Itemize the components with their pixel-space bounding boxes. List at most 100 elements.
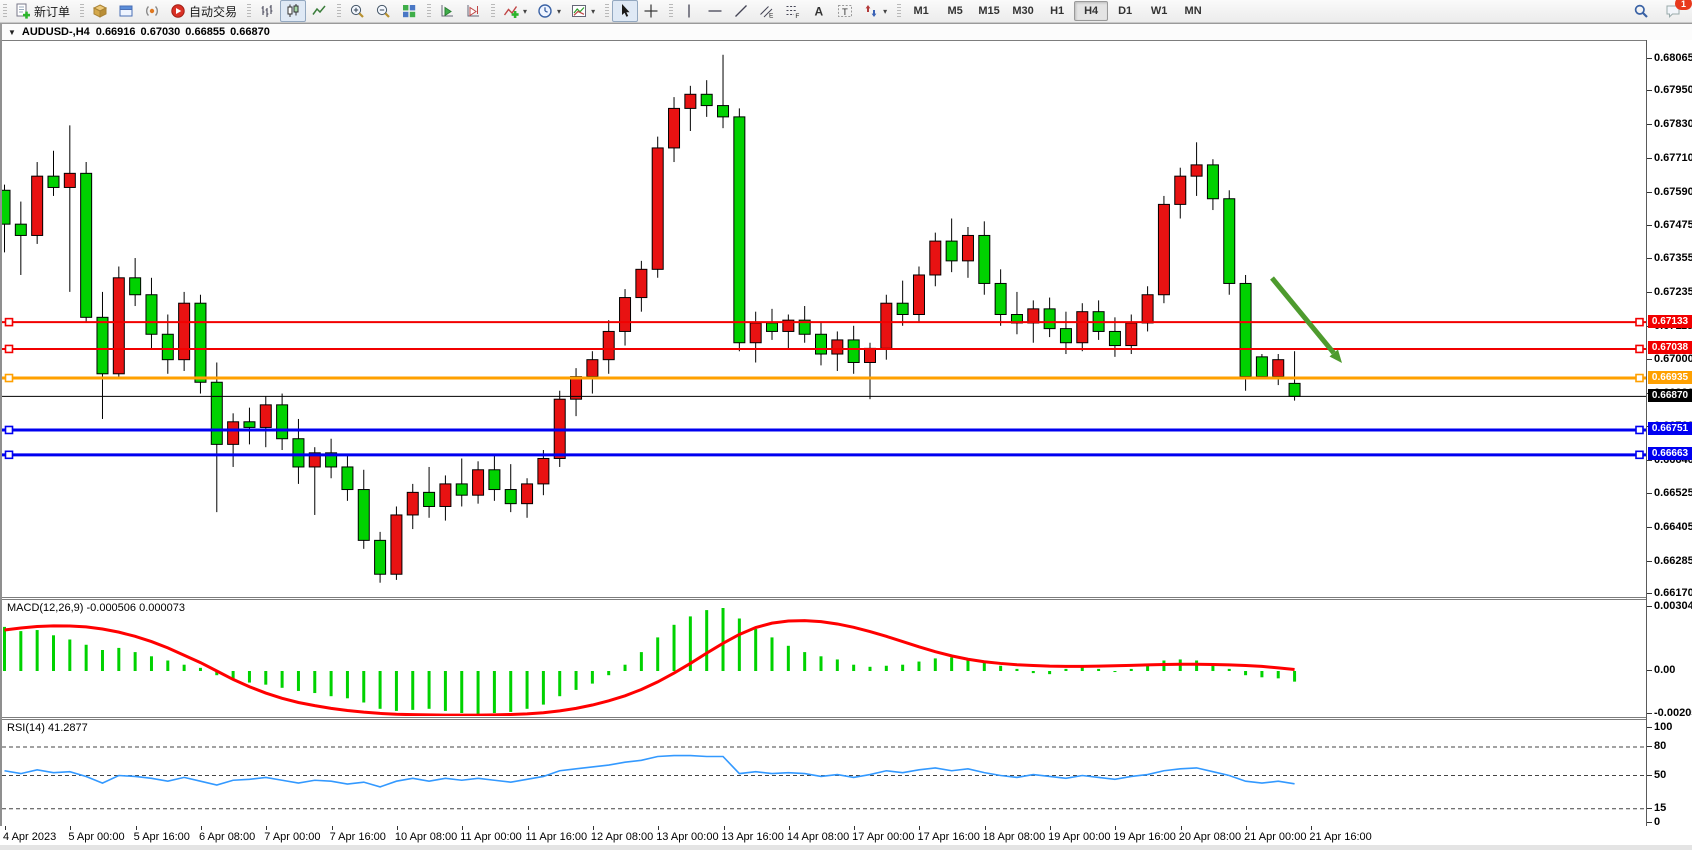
bear-candle	[424, 492, 435, 506]
macd-label: MACD(12,26,9) -0.000506 0.000073	[7, 602, 185, 614]
bull-candle	[1175, 176, 1186, 204]
signal-button[interactable]	[139, 0, 165, 22]
bear-candle	[456, 484, 467, 495]
templates-button[interactable]: ▾	[566, 0, 600, 22]
bear-candle	[342, 467, 353, 490]
time-axis[interactable]: 4 Apr 20235 Apr 00:005 Apr 16:006 Apr 08…	[0, 826, 1692, 845]
macd-main-value: -0.000506	[86, 602, 136, 614]
line-handle[interactable]	[1636, 426, 1643, 433]
candles-series	[2, 55, 1300, 583]
line-handle[interactable]	[6, 451, 13, 458]
fibonacci-button[interactable]: F	[780, 0, 806, 22]
search-button[interactable]	[1628, 0, 1654, 22]
bear-candle	[293, 439, 304, 467]
candlestick-chart-button[interactable]	[280, 0, 306, 22]
bear-candle	[767, 323, 778, 331]
axis-tick-label: 0.68065	[1654, 52, 1692, 64]
axis-tick-mark	[1647, 670, 1652, 671]
timeframe-h1-button-label: H1	[1050, 5, 1064, 17]
timeframe-h4-button[interactable]: H4	[1074, 1, 1108, 21]
axis-tick-mark	[1647, 527, 1652, 528]
time-tick-mark	[266, 826, 267, 830]
timeframe-m1-button[interactable]: M1	[904, 1, 938, 21]
bear-candle	[701, 94, 712, 105]
rsi-surface[interactable]	[2, 720, 1646, 825]
zoom-out-button[interactable]	[370, 0, 396, 22]
equidistant-channel-button[interactable]: E	[754, 0, 780, 22]
chat-button[interactable]: 1	[1660, 0, 1686, 22]
window-icon	[118, 3, 134, 19]
timeframe-d1-button[interactable]: D1	[1108, 1, 1142, 21]
line-handle[interactable]	[1636, 345, 1643, 352]
bear-candle	[734, 117, 745, 343]
new-order-button[interactable]: 新订单	[10, 0, 75, 22]
bull-candle	[685, 94, 696, 108]
auto-scroll-button[interactable]	[434, 0, 460, 22]
indicators-button[interactable]: ▾	[498, 0, 532, 22]
axis-tick-label: 0.66525	[1654, 487, 1692, 499]
horizontal-line-object[interactable]	[2, 451, 1646, 458]
horizontal-line-object[interactable]	[2, 319, 1646, 326]
auto-trading-button[interactable]: 自动交易	[165, 0, 242, 22]
axis-tick-mark	[1647, 593, 1652, 594]
price-chart-panel[interactable]	[2, 40, 1646, 598]
bull-candle	[473, 470, 484, 495]
axis-tick-label: 0.67830	[1654, 118, 1692, 130]
macd-surface[interactable]	[2, 600, 1646, 716]
autotrading-icon	[170, 3, 186, 19]
text-button[interactable]: A	[806, 0, 832, 22]
line-handle[interactable]	[1636, 451, 1643, 458]
label-button[interactable]: T	[832, 0, 858, 22]
cube-button[interactable]	[87, 0, 113, 22]
horizontal-line-object[interactable]	[2, 375, 1646, 382]
axis-tick-mark	[1647, 292, 1652, 293]
bull-candle	[864, 348, 875, 362]
axis-tick-mark	[1647, 90, 1652, 91]
line-handle[interactable]	[6, 319, 13, 326]
price-chart-surface[interactable]	[2, 41, 1646, 596]
bull-candle	[1142, 295, 1153, 323]
time-tick-mark	[136, 826, 137, 830]
rsi-panel[interactable]: RSI(14) 41.2877	[2, 719, 1646, 827]
timeframe-w1-button[interactable]: W1	[1142, 1, 1176, 21]
time-tick-mark	[528, 826, 529, 830]
price-axis[interactable]: 0.680650.679500.678300.677100.675900.674…	[1646, 40, 1692, 826]
line-chart-button[interactable]	[306, 0, 332, 22]
time-tick-mark	[462, 826, 463, 830]
crosshair-button[interactable]	[638, 0, 664, 22]
toolbar-grip	[669, 4, 673, 18]
chart-shift-button[interactable]	[460, 0, 486, 22]
line-handle[interactable]	[1636, 319, 1643, 326]
bear-candle	[211, 382, 222, 444]
cursor-icon	[617, 3, 633, 19]
macd-panel[interactable]: MACD(12,26,9) -0.000506 0.000073	[2, 599, 1646, 718]
market-window-button[interactable]	[113, 0, 139, 22]
bull-candle	[391, 515, 402, 574]
cursor-button[interactable]	[612, 0, 638, 22]
chart-menu-icon[interactable]: ▼	[8, 28, 16, 37]
svg-text:E: E	[769, 13, 774, 20]
line-handle[interactable]	[1636, 375, 1643, 382]
timeframe-w1-button-label: W1	[1151, 5, 1168, 17]
timeframe-m5-button[interactable]: M5	[938, 1, 972, 21]
line-handle[interactable]	[6, 345, 13, 352]
tile-windows-button[interactable]	[396, 0, 422, 22]
timeframe-m30-button[interactable]: M30	[1006, 1, 1040, 21]
trendline-button[interactable]	[728, 0, 754, 22]
down-arrow-object[interactable]	[1272, 278, 1342, 363]
arrows-button[interactable]: ▾	[858, 0, 892, 22]
bar-chart-button[interactable]	[254, 0, 280, 22]
timeframe-mn-button[interactable]: MN	[1176, 1, 1210, 21]
time-tick-mark	[724, 826, 725, 830]
periods-button[interactable]: ▾	[532, 0, 566, 22]
signal-icon	[144, 3, 160, 19]
line-handle[interactable]	[6, 426, 13, 433]
timeframe-m15-button[interactable]: M15	[972, 1, 1006, 21]
timeframe-h1-button[interactable]: H1	[1040, 1, 1074, 21]
line-handle[interactable]	[6, 375, 13, 382]
bull-candle	[1273, 360, 1284, 377]
horizontal-line-button[interactable]	[702, 0, 728, 22]
toolbar-grip	[247, 4, 251, 18]
zoom-in-button[interactable]	[344, 0, 370, 22]
vertical-line-button[interactable]	[676, 0, 702, 22]
